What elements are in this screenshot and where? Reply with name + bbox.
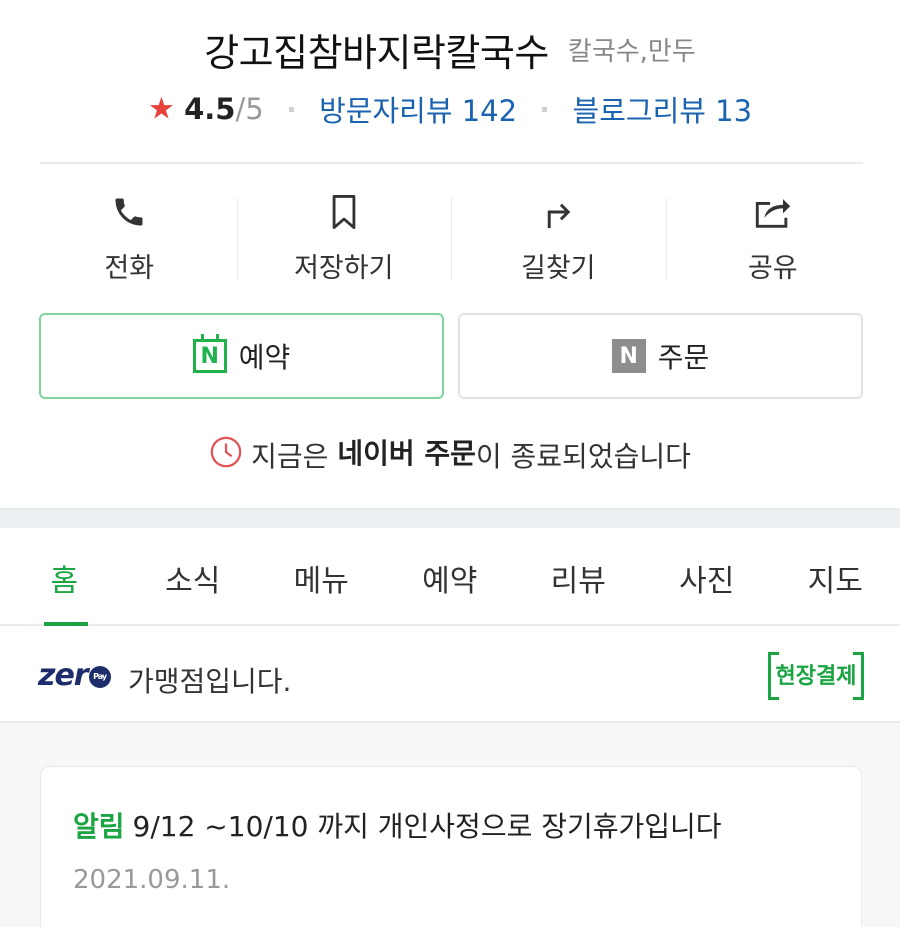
reserve-button[interactable]: N 예약 <box>39 313 444 399</box>
action-bar: 전화 저장하기 길찾기 공유 <box>22 190 880 286</box>
reserve-label: 예약 <box>238 341 291 374</box>
blog-reviews-link[interactable]: 블로그리뷰 13 <box>573 94 753 128</box>
order-button[interactable]: N 주문 <box>458 313 863 399</box>
share-label: 공유 <box>747 253 798 284</box>
place-header: 강고집참바지락칼국수 칼국수,만두 ★ 4.5/5 방문자리뷰 142 블로그리… <box>0 0 900 162</box>
order-closed-notice: 지금은 네이버 주문이 종료되었습니다 <box>0 432 900 476</box>
naver-order-icon: N <box>611 339 646 373</box>
rating-row: ★ 4.5/5 방문자리뷰 142 블로그리뷰 13 <box>0 88 900 130</box>
zeropay-text: 가맹점입니다. <box>128 665 292 698</box>
tab-bar: 홈 소식 메뉴 예약 리뷰 사진 지도 <box>0 528 900 626</box>
notice-bold: 네이버 주문 <box>337 437 476 470</box>
tab-map[interactable]: 지도 <box>771 528 900 624</box>
zeropay-logo-text: zer <box>38 658 89 693</box>
place-title: 강고집참바지락칼국수 <box>204 31 549 75</box>
share-icon <box>753 192 793 232</box>
rating-score: 4.5 <box>184 92 236 126</box>
directions-button[interactable]: 길찾기 <box>451 190 666 286</box>
tab-menu[interactable]: 메뉴 <box>257 528 386 624</box>
notice-prefix: 지금은 <box>251 440 338 473</box>
naver-booking-icon: N <box>192 334 227 373</box>
rating-max: /5 <box>235 92 264 126</box>
separator-dot <box>288 106 294 112</box>
place-category: 칼국수,만두 <box>567 37 696 67</box>
star-icon: ★ <box>147 91 175 127</box>
section-separator <box>0 508 900 528</box>
announcement-tag: 알림 <box>73 810 125 843</box>
announcement-card[interactable]: 알림 9/12 ~10/10 까지 개인사정으로 장기휴가입니다 2021.09.… <box>40 766 862 927</box>
share-button[interactable]: 공유 <box>665 190 881 286</box>
zeropay-logo-pay: Pay <box>88 665 111 688</box>
phone-icon <box>109 192 149 232</box>
bookmark-icon <box>324 192 364 232</box>
zeropay-row: zer Pay 가맹점입니다. 현장결제 <box>0 628 900 723</box>
clock-icon <box>209 435 243 476</box>
save-label: 저장하기 <box>294 253 394 284</box>
divider <box>40 162 863 164</box>
tab-home[interactable]: 홈 <box>0 528 129 626</box>
turn-arrow-icon <box>538 192 578 232</box>
zeropay-logo: zer Pay <box>38 658 111 693</box>
notice-suffix: 이 종료되었습니다 <box>475 440 691 473</box>
tab-reviews[interactable]: 리뷰 <box>514 528 643 624</box>
announcement-message-row: 알림 9/12 ~10/10 까지 개인사정으로 장기휴가입니다 <box>73 805 722 845</box>
separator-dot <box>542 106 548 112</box>
directions-label: 길찾기 <box>520 253 596 284</box>
tab-news[interactable]: 소식 <box>129 528 258 624</box>
save-button[interactable]: 저장하기 <box>236 190 452 286</box>
onsite-payment-badge: 현장결제 <box>768 652 864 700</box>
tab-reservation[interactable]: 예약 <box>386 528 515 624</box>
call-button[interactable]: 전화 <box>22 190 237 286</box>
announcement-message: 9/12 ~10/10 까지 개인사정으로 장기휴가입니다 <box>132 810 722 843</box>
tab-photos[interactable]: 사진 <box>643 528 772 624</box>
call-label: 전화 <box>104 253 155 284</box>
announcement-date: 2021.09.11. <box>73 865 231 895</box>
visitor-reviews-link[interactable]: 방문자리뷰 142 <box>319 94 517 128</box>
order-label: 주문 <box>657 341 710 374</box>
booking-buttons: N 예약 N 주문 <box>39 313 863 399</box>
title-row: 강고집참바지락칼국수 칼국수,만두 <box>0 22 900 77</box>
